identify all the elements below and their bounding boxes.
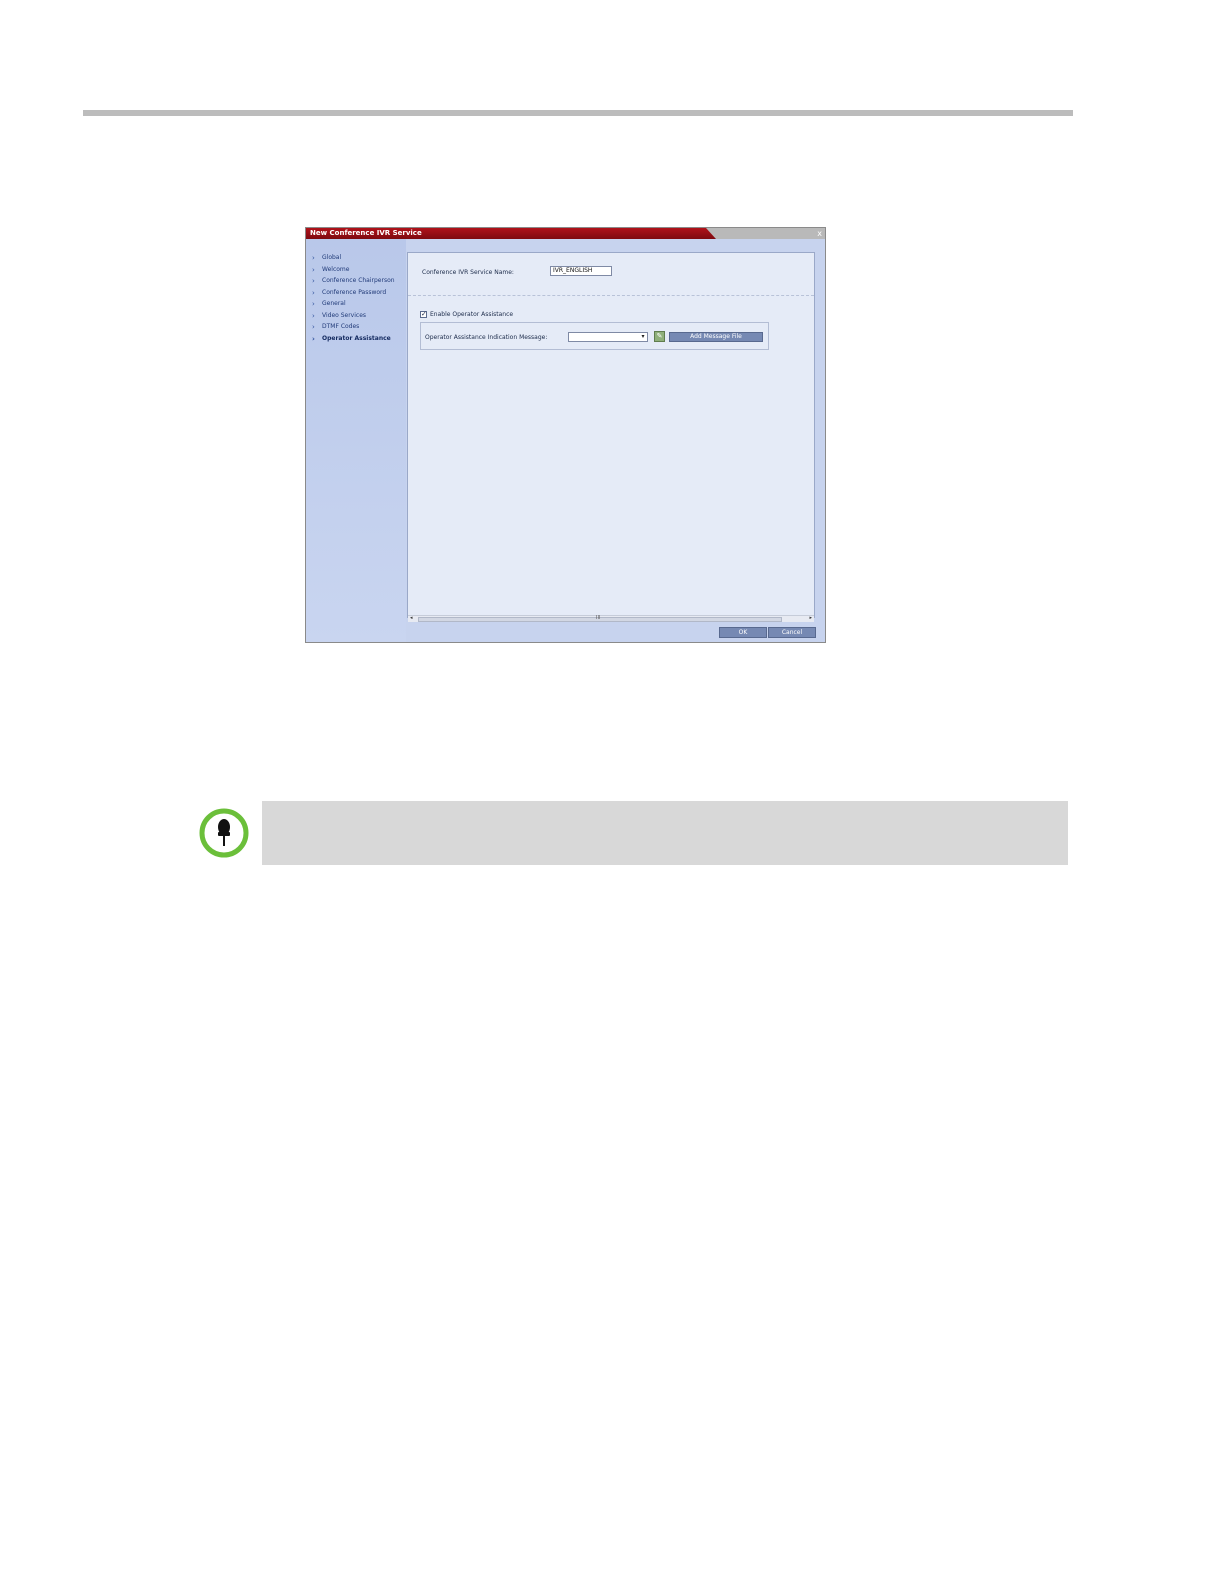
- chevron-right-icon: ›: [312, 277, 315, 285]
- sidebar-item-general[interactable]: › General: [312, 300, 346, 308]
- cancel-button[interactable]: Cancel: [768, 627, 816, 638]
- add-message-file-button[interactable]: Add Message File: [669, 332, 763, 342]
- indication-message-select[interactable]: ▾: [568, 332, 648, 342]
- divider: [408, 295, 814, 296]
- enable-operator-label: Enable Operator Assistance: [430, 311, 514, 318]
- play-message-button[interactable]: ✎: [654, 331, 665, 342]
- sidebar-item-welcome[interactable]: › Welcome: [312, 266, 349, 274]
- chevron-right-icon: ›: [312, 335, 315, 343]
- sidebar-nav: › Global › Welcome › Conference Chairperson…: [306, 239, 406, 642]
- play-icon: ✎: [656, 332, 663, 340]
- header-rule: [83, 110, 1073, 116]
- chevron-right-icon: ›: [312, 289, 315, 297]
- chevron-down-icon: ▾: [641, 333, 645, 340]
- scroll-right-icon[interactable]: ▸: [809, 615, 812, 621]
- close-icon[interactable]: x: [817, 228, 822, 239]
- title-bar: New Conference IVR Service x: [306, 228, 825, 239]
- sidebar-item-conference-chairperson[interactable]: › Conference Chairperson: [312, 277, 395, 285]
- content-panel: Conference IVR Service Name: IVR_ENGLISH…: [407, 252, 815, 622]
- dialog-title: New Conference IVR Service: [310, 229, 422, 237]
- sidebar-item-conference-password[interactable]: › Conference Password: [312, 289, 386, 297]
- chevron-right-icon: ›: [312, 312, 315, 320]
- sidebar-item-operator-assistance[interactable]: › Operator Assistance: [312, 335, 391, 343]
- chevron-right-icon: ›: [312, 254, 315, 262]
- scroll-grip: III: [596, 615, 601, 621]
- sidebar-item-dtmf-codes[interactable]: › DTMF Codes: [312, 323, 359, 331]
- horizontal-scrollbar[interactable]: ◂ III ▸: [408, 615, 814, 622]
- service-name-label: Conference IVR Service Name:: [422, 269, 514, 276]
- chevron-right-icon: ›: [312, 266, 315, 274]
- indication-label: Operator Assistance Indication Message:: [425, 334, 548, 341]
- chevron-right-icon: ›: [312, 300, 315, 308]
- chevron-right-icon: ›: [312, 323, 315, 331]
- sidebar-item-global[interactable]: › Global: [312, 254, 341, 262]
- scroll-left-icon[interactable]: ◂: [410, 615, 413, 621]
- service-name-input[interactable]: IVR_ENGLISH: [550, 266, 612, 276]
- note-box: [262, 801, 1068, 865]
- sidebar-item-video-services[interactable]: › Video Services: [312, 312, 366, 320]
- pushpin-icon: [199, 808, 249, 858]
- enable-operator-checkbox[interactable]: ✓: [420, 311, 427, 318]
- ok-button[interactable]: OK: [719, 627, 767, 638]
- ivr-service-dialog: New Conference IVR Service x › Global › We…: [305, 227, 826, 643]
